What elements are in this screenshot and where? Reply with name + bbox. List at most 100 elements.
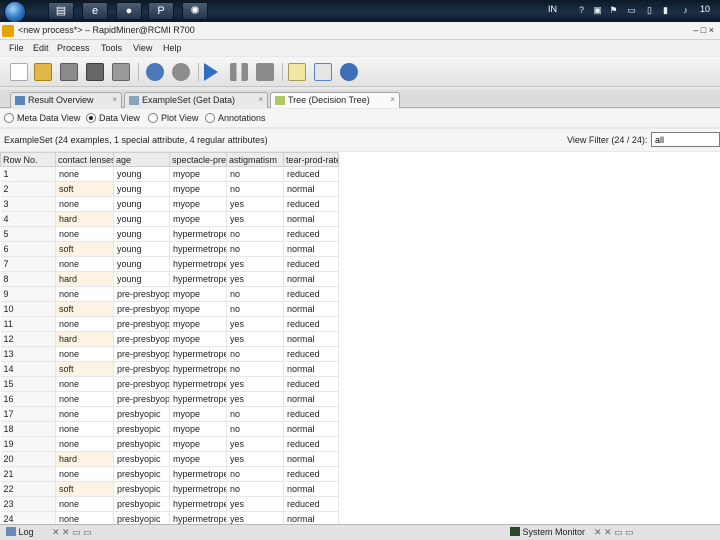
table-row[interactable]: 2 soft young myope no normal (0, 181, 339, 197)
label-cell[interactable]: none (55, 286, 114, 302)
label-cell[interactable]: none (55, 346, 114, 362)
column-header[interactable]: contact lenses (55, 152, 114, 167)
table-cell[interactable]: pre-presbyopic (113, 331, 170, 347)
table-row[interactable]: 4 hard young myope yes normal (0, 211, 339, 227)
tab-exampleset[interactable]: ExampleSet (Get Data) × (124, 92, 268, 108)
table-cell[interactable]: pre-presbyopic (113, 361, 170, 377)
label-cell[interactable]: none (55, 316, 114, 332)
table-cell[interactable]: normal (283, 421, 339, 437)
table-cell[interactable]: reduced (283, 226, 339, 242)
stop-icon[interactable] (256, 63, 274, 81)
row-number-cell[interactable]: 10 (0, 301, 56, 317)
table-row[interactable]: 18 none presbyopic myope no normal (0, 421, 339, 437)
row-number-cell[interactable]: 13 (0, 346, 56, 362)
column-header[interactable]: tear-prod-rate (283, 152, 339, 167)
table-cell[interactable]: pre-presbyopic (113, 346, 170, 362)
table-cell[interactable]: young (113, 181, 170, 197)
table-row[interactable]: 19 none presbyopic myope yes reduced (0, 436, 339, 452)
row-number-cell[interactable]: 8 (0, 271, 56, 287)
start-button[interactable] (4, 1, 26, 23)
table-row[interactable]: 7 none young hypermetrope yes reduced (0, 256, 339, 272)
table-cell[interactable]: normal (283, 211, 339, 227)
table-cell[interactable]: young (113, 256, 170, 272)
table-cell[interactable]: normal (283, 271, 339, 287)
table-cell[interactable]: young (113, 226, 170, 242)
menu-edit[interactable]: Edit (33, 43, 49, 53)
table-cell[interactable]: yes (226, 451, 284, 467)
table-cell[interactable]: no (226, 421, 284, 437)
table-cell[interactable]: hypermetrope (169, 496, 227, 512)
save-as-icon[interactable] (86, 63, 104, 81)
table-cell[interactable]: presbyopic (113, 466, 170, 482)
table-cell[interactable]: no (226, 346, 284, 362)
label-cell[interactable]: none (55, 196, 114, 212)
row-number-cell[interactable]: 21 (0, 466, 56, 482)
label-cell[interactable]: soft (55, 301, 114, 317)
label-cell[interactable]: soft (55, 241, 114, 257)
redo-icon[interactable] (172, 63, 190, 81)
row-number-cell[interactable]: 14 (0, 361, 56, 377)
table-cell[interactable]: hypermetrope (169, 241, 227, 257)
table-cell[interactable]: normal (283, 181, 339, 197)
save-icon[interactable] (60, 63, 78, 81)
column-header[interactable]: Row No. (0, 152, 56, 167)
table-cell[interactable]: hypermetrope (169, 256, 227, 272)
column-header[interactable]: age (113, 152, 170, 167)
plot-view-label[interactable]: Plot View (161, 113, 198, 123)
table-cell[interactable]: hypermetrope (169, 376, 227, 392)
table-cell[interactable]: myope (169, 181, 227, 197)
tab-decision-tree[interactable]: Tree (Decision Tree) × (270, 92, 400, 108)
label-cell[interactable]: hard (55, 271, 114, 287)
undo-icon[interactable] (146, 63, 164, 81)
label-cell[interactable]: none (55, 391, 114, 407)
table-cell[interactable]: reduced (283, 376, 339, 392)
table-cell[interactable]: myope (169, 436, 227, 452)
table-cell[interactable]: reduced (283, 256, 339, 272)
table-cell[interactable]: yes (226, 331, 284, 347)
log-tab[interactable]: Log (6, 527, 34, 540)
language-indicator[interactable]: IN (548, 4, 557, 14)
table-row[interactable]: 5 none young hypermetrope no reduced (0, 226, 339, 242)
pause-icon[interactable] (230, 63, 248, 81)
row-number-cell[interactable]: 15 (0, 376, 56, 392)
menu-process[interactable]: Process (57, 43, 90, 53)
table-cell[interactable]: hypermetrope (169, 466, 227, 482)
table-cell[interactable]: normal (283, 331, 339, 347)
rapidminer-taskbar-icon[interactable]: ✺ (182, 2, 208, 20)
table-cell[interactable]: reduced (283, 286, 339, 302)
annotations-label[interactable]: Annotations (218, 113, 266, 123)
table-cell[interactable]: reduced (283, 166, 339, 182)
tray-device-icon[interactable]: ▯ (644, 3, 655, 17)
label-cell[interactable]: soft (55, 181, 114, 197)
menu-view[interactable]: View (133, 43, 152, 53)
table-cell[interactable]: no (226, 166, 284, 182)
table-cell[interactable]: presbyopic (113, 451, 170, 467)
table-cell[interactable]: hypermetrope (169, 481, 227, 497)
table-cell[interactable]: yes (226, 496, 284, 512)
table-cell[interactable]: reduced (283, 466, 339, 482)
row-number-cell[interactable]: 20 (0, 451, 56, 467)
row-number-cell[interactable]: 17 (0, 406, 56, 422)
label-cell[interactable]: none (55, 421, 114, 437)
meta-data-view-label[interactable]: Meta Data View (17, 113, 80, 123)
table-cell[interactable]: hypermetrope (169, 271, 227, 287)
table-row[interactable]: 16nonepre-presbyopichypermetropeyesnorma… (0, 391, 339, 407)
table-cell[interactable]: yes (226, 271, 284, 287)
table-cell[interactable]: hypermetrope (169, 361, 227, 377)
table-cell[interactable]: myope (169, 166, 227, 182)
menu-file[interactable]: File (9, 43, 24, 53)
table-cell[interactable]: pre-presbyopic (113, 391, 170, 407)
print-icon[interactable] (112, 63, 130, 81)
explorer-taskbar-icon[interactable]: ▤ (48, 2, 74, 20)
label-cell[interactable]: hard (55, 211, 114, 227)
label-cell[interactable]: none (55, 376, 114, 392)
table-cell[interactable]: myope (169, 196, 227, 212)
table-row[interactable]: 22 soft presbyopic hypermetrope no normal (0, 481, 339, 497)
table-cell[interactable]: normal (283, 241, 339, 257)
table-cell[interactable]: yes (226, 376, 284, 392)
label-cell[interactable]: hard (55, 331, 114, 347)
firefox-taskbar-icon[interactable]: ● (116, 2, 142, 20)
new-process-icon[interactable] (10, 63, 28, 81)
edit-notes-icon[interactable] (288, 63, 306, 81)
row-number-cell[interactable]: 7 (0, 256, 56, 272)
